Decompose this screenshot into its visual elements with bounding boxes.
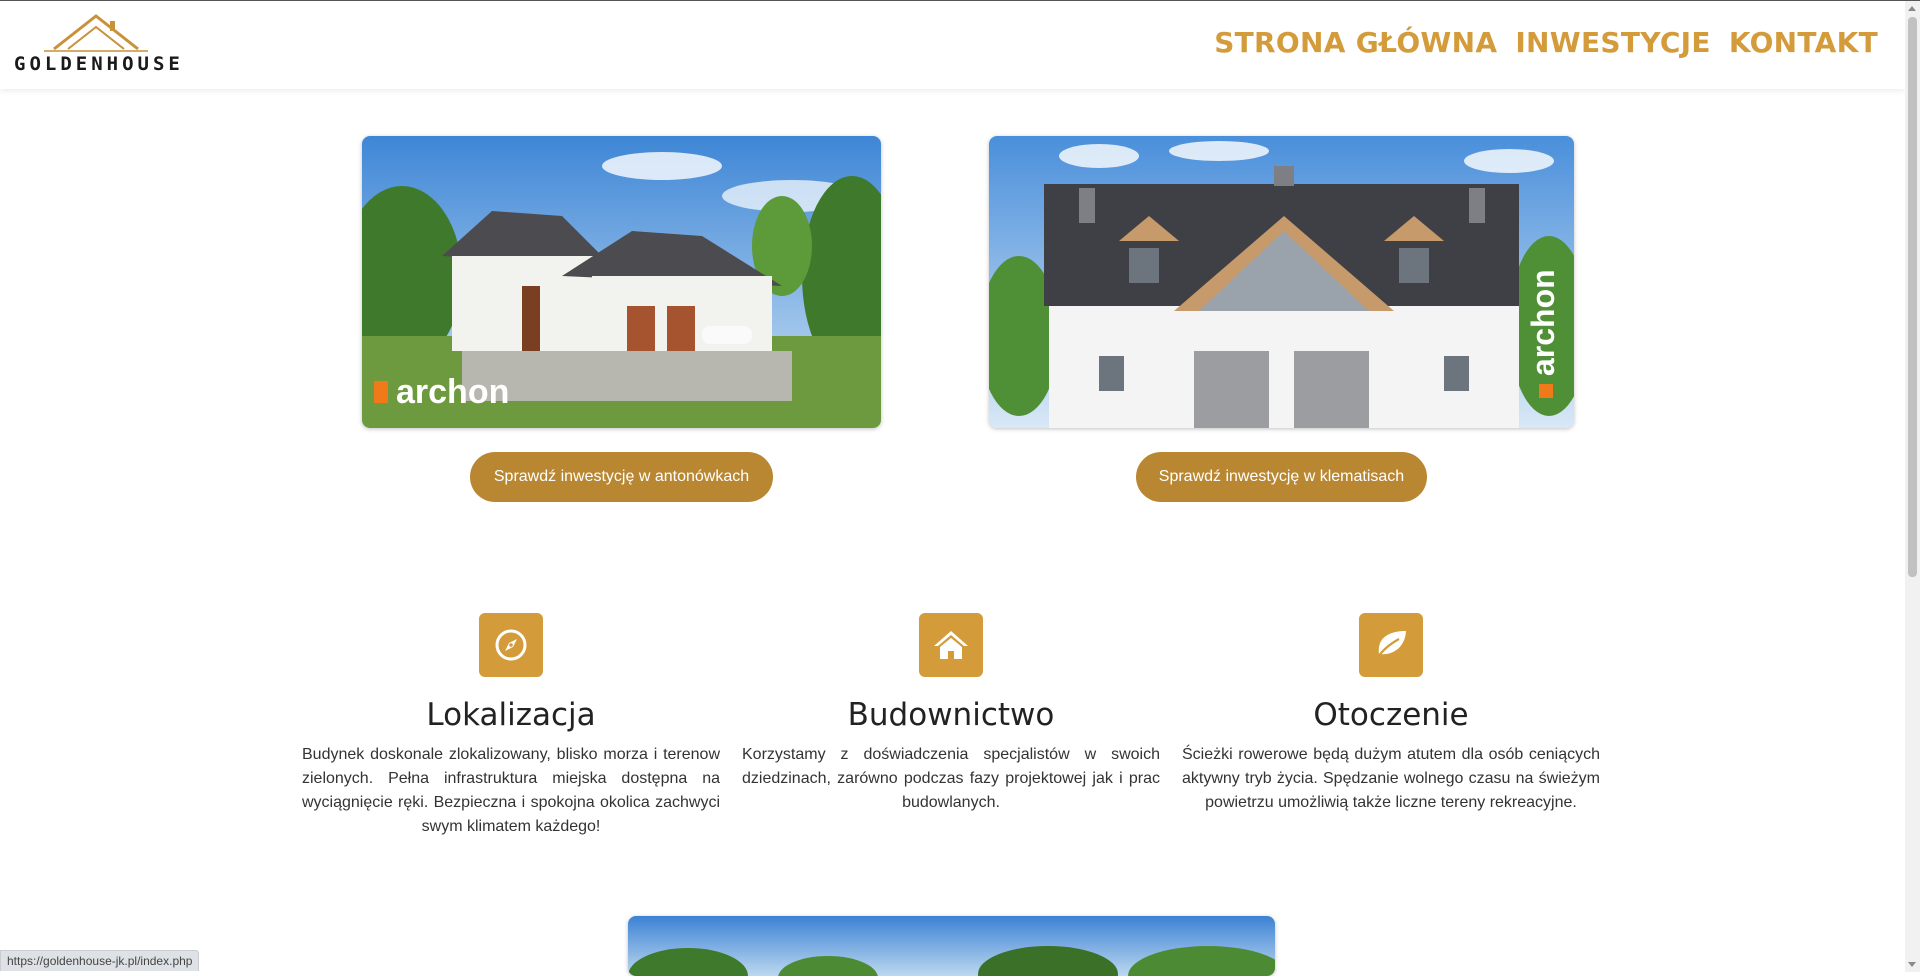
status-bar-url: https://goldenhouse-jk.pl/index.php — [0, 950, 200, 971]
nav-investments[interactable]: INWESTYCJE — [1515, 26, 1711, 59]
scroll-up-arrow-icon[interactable] — [1908, 6, 1916, 11]
site-header: GOLDENHOUSE STRONA GŁÓWNA INWESTYCJE KON… — [0, 1, 1905, 89]
bottom-landscape-image — [628, 916, 1275, 976]
nav-contact[interactable]: KONTAKT — [1729, 26, 1878, 59]
goldenhouse-logo[interactable]: GOLDENHOUSE — [14, 13, 184, 79]
check-klematisy-button[interactable]: Sprawdź inwestycję w klematisach — [1136, 452, 1427, 502]
check-antonowki-button[interactable]: Sprawdź inwestycję w antonówkach — [470, 452, 773, 502]
feature-title: Lokalizacja — [426, 697, 596, 733]
archon-watermark: archon — [396, 373, 509, 411]
logo-text: GOLDENHOUSE — [14, 53, 184, 75]
investment-klematisy-image[interactable]: archon — [989, 136, 1574, 428]
archon-watermark-vertical: archon — [1525, 269, 1561, 376]
page-scrollbar[interactable] — [1905, 1, 1920, 972]
feature-description: Ścieżki rowerowe będą dużym atutem dla o… — [1182, 746, 1600, 811]
investment-antonowki-image[interactable]: archon — [362, 136, 881, 428]
nav-home[interactable]: STRONA GŁÓWNA — [1214, 26, 1497, 59]
main-nav: STRONA GŁÓWNA INWESTYCJE KONTAKT — [1214, 26, 1878, 59]
leaf-icon — [1359, 613, 1423, 677]
compass-icon — [479, 613, 543, 677]
feature-surroundings: Otoczenie Ścieżki rowerowe będą dużym at… — [1182, 613, 1600, 815]
scroll-thumb[interactable] — [1908, 17, 1917, 577]
feature-construction: Budownictwo Korzystamy z doświadczenia s… — [742, 613, 1160, 815]
feature-title: Budownictwo — [847, 697, 1055, 733]
feature-location: Lokalizacja Budynek doskonale zlokalizow… — [302, 613, 720, 839]
feature-title: Otoczenie — [1313, 697, 1469, 733]
roof-logo-icon — [44, 14, 148, 52]
feature-description: Budynek doskonale zlokalizowany, blisko … — [302, 746, 720, 835]
feature-description: Korzystamy z doświadczenia specjalistów … — [742, 746, 1160, 811]
home-icon — [919, 613, 983, 677]
scroll-down-arrow-icon[interactable] — [1908, 962, 1916, 967]
